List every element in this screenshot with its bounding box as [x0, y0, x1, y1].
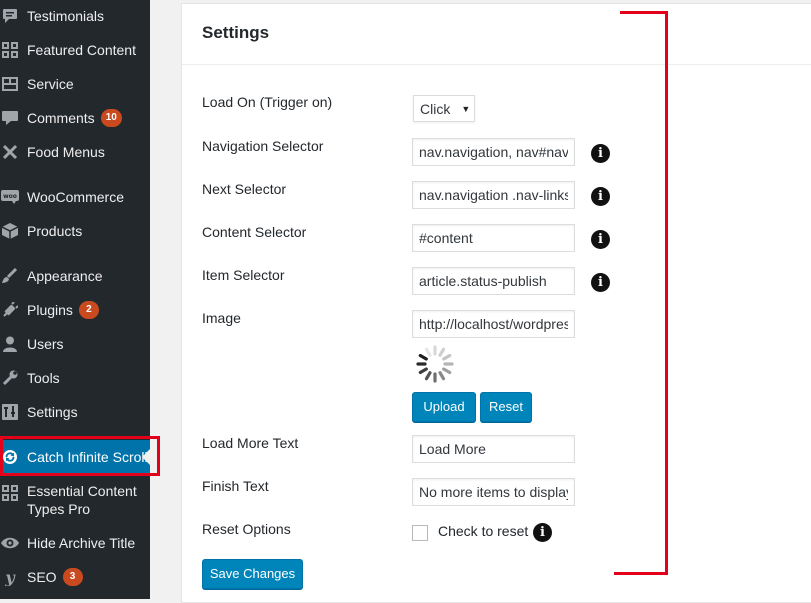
page-title: Settings [202, 23, 270, 42]
menu-item-woocommerce[interactable]: woo WooCommerce [0, 180, 150, 214]
load-on-label: Load On (Trigger on) [202, 94, 333, 110]
box-icon [1, 222, 19, 240]
menu-item-service[interactable]: Service [0, 67, 150, 101]
service-icon [1, 75, 19, 93]
menu-label: Testimonials [27, 8, 105, 24]
reset-image-button[interactable]: Reset [480, 392, 532, 422]
menu-item-tools[interactable]: Tools [0, 361, 150, 395]
next-selector-label: Next Selector [202, 181, 287, 197]
admin-sidebar: Testimonials Featured Content Service Co… [0, 0, 150, 599]
refresh-icon [1, 448, 19, 466]
current-menu-arrow [142, 449, 150, 465]
navigation-selector-input[interactable] [412, 138, 575, 166]
menu-item-hide-archive-title[interactable]: Hide Archive Title [0, 526, 150, 560]
load-more-text-label: Load More Text [202, 435, 299, 451]
menu-label: Plugins [27, 302, 73, 318]
menu-item-seo[interactable]: y SEO 3 [0, 560, 150, 594]
image-label: Image [202, 310, 241, 326]
menu-item-users[interactable]: Users [0, 327, 150, 361]
menu-label: Users [27, 336, 64, 352]
yoast-icon: y [1, 568, 19, 586]
menu-item-plugins[interactable]: Plugins 2 [0, 293, 150, 327]
menu-label: Catch Infinite Scroll [27, 449, 148, 465]
reset-options-check-label: Check to reset [438, 523, 529, 539]
item-selector-info-icon[interactable]: i [591, 273, 610, 292]
settings-icon [1, 403, 19, 421]
svg-text:woo: woo [3, 193, 17, 200]
content-selector-input[interactable] [412, 224, 575, 252]
divider [182, 64, 811, 65]
menu-item-catch-infinite-scroll[interactable]: Catch Infinite Scroll [0, 440, 150, 474]
menu-item-featured-content[interactable]: Featured Content [0, 33, 150, 67]
menu-item-comments[interactable]: Comments 10 [0, 101, 150, 135]
chevron-down-icon: ▼ [461, 103, 471, 114]
menu-label: WooCommerce [27, 189, 124, 205]
annotation-bracket-side [665, 11, 668, 575]
brush-icon [1, 267, 19, 285]
content-selector-info-icon[interactable]: i [591, 230, 610, 249]
navigation-selector-info-icon[interactable]: i [591, 144, 610, 163]
load-on-select[interactable]: Click ▼ [413, 95, 475, 122]
menu-label: SEO [27, 569, 57, 585]
user-icon [1, 335, 19, 353]
plugins-count-badge: 2 [78, 301, 99, 319]
load-on-value: Click [420, 100, 451, 117]
reset-options-checkbox[interactable] [412, 525, 428, 541]
load-more-text-input[interactable] [412, 435, 575, 463]
menu-label: Service [27, 76, 74, 92]
next-selector-info-icon[interactable]: i [591, 187, 610, 206]
menu-item-appearance[interactable]: Appearance [0, 259, 150, 293]
loading-spinner-icon [416, 345, 454, 383]
next-selector-input[interactable] [412, 181, 575, 209]
grid-icon [1, 41, 19, 59]
comments-count-badge: 10 [100, 109, 122, 127]
comment-icon [1, 109, 19, 127]
item-selector-input[interactable] [412, 267, 575, 295]
reset-options-info-icon[interactable]: i [533, 523, 552, 542]
seo-count-badge: 3 [62, 568, 83, 586]
testimonial-icon [1, 7, 19, 25]
woocommerce-icon: woo [1, 188, 19, 206]
menu-item-testimonials[interactable]: Testimonials [0, 0, 150, 33]
grid-icon [1, 484, 19, 502]
finish-text-label: Finish Text [202, 478, 269, 494]
menu-label: Settings [27, 404, 78, 420]
menu-item-products[interactable]: Products [0, 214, 150, 248]
menu-label: Featured Content [27, 42, 136, 58]
settings-panel: Settings [181, 3, 811, 603]
content-selector-label: Content Selector [202, 224, 307, 240]
navigation-selector-label: Navigation Selector [202, 138, 324, 154]
eye-icon [1, 534, 19, 552]
menu-label: Appearance [27, 268, 103, 284]
menu-item-essential-content-types-pro[interactable]: Essential Content Types Pro [0, 482, 150, 522]
finish-text-input[interactable] [412, 478, 575, 506]
reset-options-label: Reset Options [202, 521, 291, 537]
upload-button[interactable]: Upload [412, 392, 476, 422]
menu-item-settings[interactable]: Settings [0, 395, 150, 429]
menu-label: Food Menus [27, 144, 105, 160]
menu-label: Essential Content Types Pro [27, 483, 137, 517]
plug-icon [1, 301, 19, 319]
item-selector-label: Item Selector [202, 267, 285, 283]
svg-text:y: y [4, 568, 16, 586]
menu-label: Comments [27, 110, 95, 126]
cutlery-icon [1, 143, 19, 161]
menu-label: Hide Archive Title [27, 535, 136, 551]
annotation-bracket-bottom [614, 572, 668, 575]
wrench-icon [1, 369, 19, 387]
menu-label: Tools [27, 370, 60, 386]
menu-item-food-menus[interactable]: Food Menus [0, 135, 150, 169]
annotation-bracket-top [620, 11, 668, 14]
image-url-input[interactable] [412, 310, 575, 338]
save-changes-button[interactable]: Save Changes [202, 559, 303, 589]
menu-label: Products [27, 223, 83, 239]
